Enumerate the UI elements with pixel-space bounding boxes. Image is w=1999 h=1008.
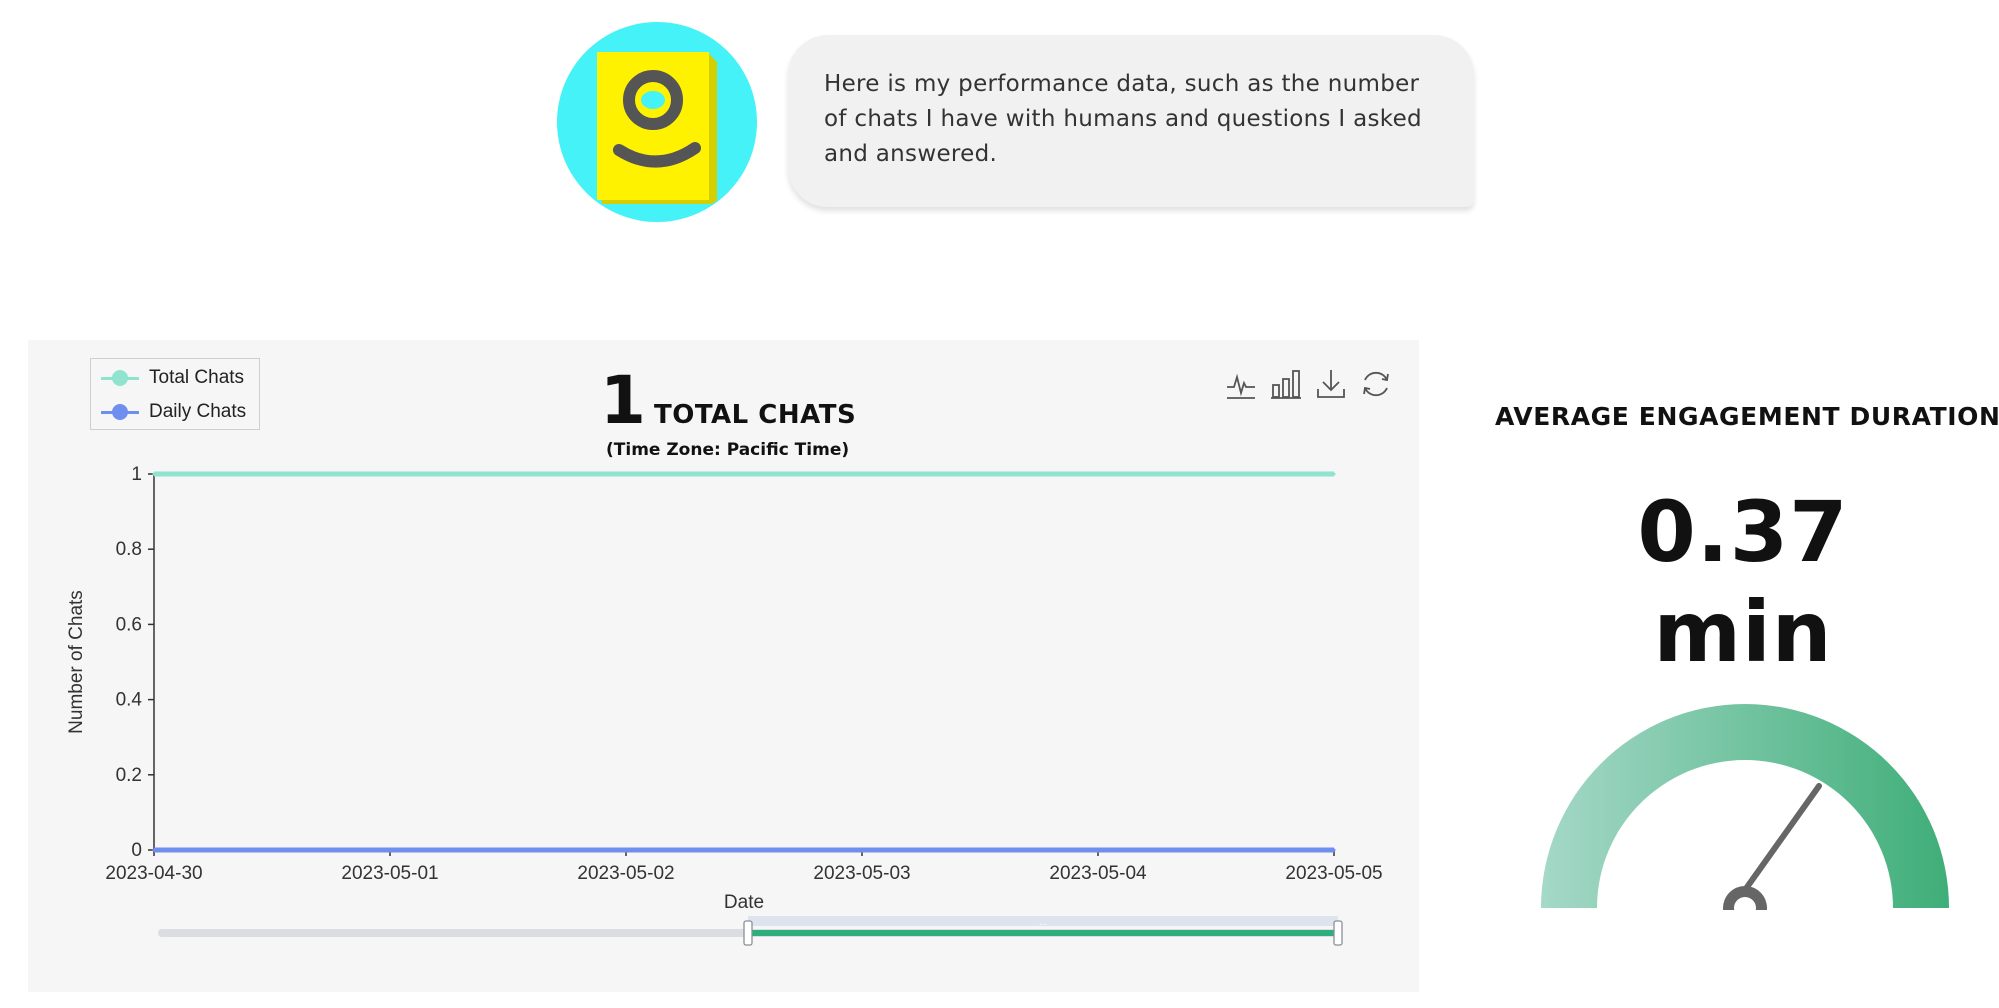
data-point [860, 848, 864, 852]
legend-swatch [101, 368, 139, 388]
y-tick-label: 1 [131, 464, 142, 485]
engagement-title: AVERAGE ENGAGEMENT DURATION [1495, 402, 1999, 431]
y-tick-label: 0.8 [116, 539, 142, 560]
total-chats-label: TOTAL CHATS [654, 400, 857, 430]
data-point [624, 848, 628, 852]
data-point [624, 472, 628, 476]
line-chart-icon[interactable] [1225, 367, 1257, 401]
x-tick-label: 2023-05-04 [1049, 863, 1147, 884]
legend-item-total-chats[interactable]: Total Chats [101, 363, 244, 393]
legend-label: Daily Chats [149, 401, 247, 422]
data-point [1096, 472, 1100, 476]
bot-avatar-icon [597, 52, 717, 204]
data-point [1332, 472, 1336, 476]
x-axis-title: Date [724, 892, 764, 913]
data-point [1332, 848, 1336, 852]
x-tick-label: 2023-05-01 [341, 863, 438, 884]
download-icon[interactable] [1315, 367, 1347, 401]
zoom-handle-label: ... [1039, 917, 1047, 928]
timezone-note: (Time Zone: Pacific Time) [606, 440, 850, 460]
y-tick-label: 0 [131, 840, 142, 861]
gauge-needle [1742, 783, 1822, 893]
zoom-handle[interactable] [1333, 920, 1343, 946]
data-point [152, 472, 156, 476]
legend-swatch [101, 402, 139, 422]
zoom-handle[interactable] [743, 920, 753, 946]
refresh-icon[interactable] [1360, 367, 1392, 401]
engagement-value: 0.37 min [1637, 483, 1849, 681]
x-tick-label: 2023-05-05 [1285, 863, 1382, 884]
bot-message-text: Here is my performance data, such as the… [824, 71, 1422, 167]
x-tick-label: 2023-04-30 [105, 863, 202, 884]
bot-message-bubble: Here is my performance data, such as the… [788, 35, 1474, 207]
engagement-gauge [1541, 704, 1949, 910]
y-axis-title: Number of Chats [66, 590, 87, 734]
data-point [152, 848, 156, 852]
zoom-selected-range [748, 930, 1338, 936]
data-point [388, 472, 392, 476]
y-tick-label: 0.4 [116, 690, 143, 711]
chats-chart-panel: 0 0.2 0.4 0.6 0.8 1 2023-04-30 2023-05-01 2023-0… [28, 340, 1419, 992]
bot-avatar [557, 22, 757, 222]
chart-legend: Total Chats Daily Chats [90, 358, 260, 430]
y-tick-label: 0.6 [116, 614, 142, 635]
total-chats-count: 1 [600, 362, 646, 439]
legend-item-daily-chats[interactable]: Daily Chats [101, 397, 246, 427]
chats-line-chart: 0 0.2 0.4 0.6 0.8 1 2023-04-30 2023-05-01 2023-0… [66, 464, 1383, 946]
data-point [860, 472, 864, 476]
x-tick-label: 2023-05-03 [813, 863, 910, 884]
y-tick-label: 0.2 [116, 765, 142, 786]
x-tick-label: 2023-05-02 [577, 863, 674, 884]
data-point [388, 848, 392, 852]
bar-chart-icon[interactable] [1270, 367, 1302, 401]
data-point [1096, 848, 1100, 852]
gauge-arc [1541, 704, 1949, 908]
legend-label: Total Chats [149, 367, 245, 388]
